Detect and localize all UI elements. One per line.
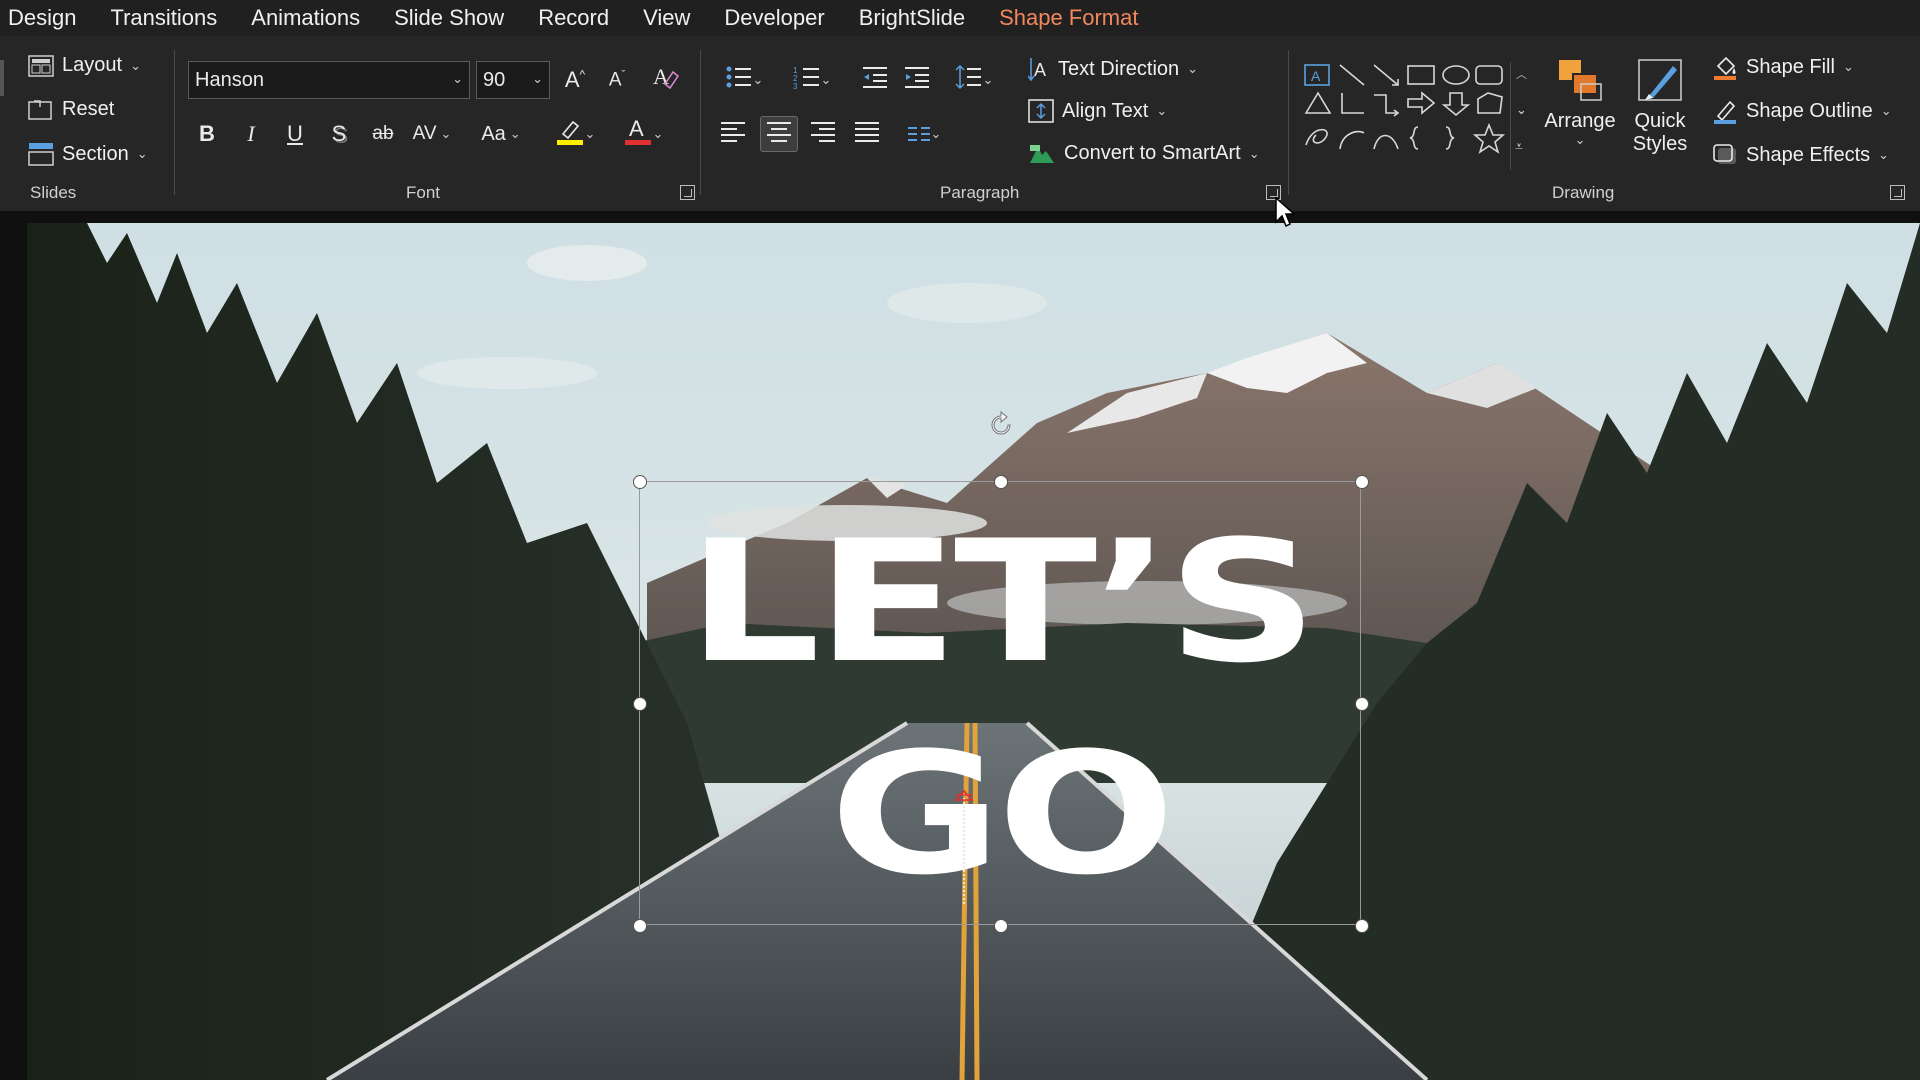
text-cursor (963, 794, 965, 904)
tab-brightslide[interactable]: BrightSlide (842, 0, 982, 36)
gallery-scrollbar[interactable]: ︿ ⌄ ⩡ (1510, 62, 1532, 170)
chevron-down-icon: ⌄ (1842, 59, 1854, 74)
paint-bucket-icon (1712, 54, 1738, 80)
shape-outline-button[interactable]: Shape Outline ⌄ (1712, 98, 1892, 124)
shape-fill-label: Shape Fill (1746, 55, 1835, 78)
mouse-pointer-icon (1274, 196, 1296, 228)
tab-animations[interactable]: Animations (234, 0, 377, 36)
tab-design[interactable]: Design (0, 0, 93, 36)
shapes-gallery[interactable]: A (1302, 61, 1532, 171)
rotate-handle-icon[interactable] (986, 410, 1016, 440)
chevron-down-icon: ⌄ (1880, 103, 1892, 118)
drawing-group: A ︿ ⌄ ⩡ Arrange ⌄ Quick Styles Shape Fil… (0, 36, 1920, 211)
text-insert-marker-icon (954, 788, 974, 801)
tab-slide-show[interactable]: Slide Show (377, 0, 521, 36)
tab-record[interactable]: Record (521, 0, 626, 36)
tab-shape-format[interactable]: Shape Format (982, 0, 1155, 36)
ribbon: Layout ⌄ Reset Section ⌄ Slides Hanson ⌄… (0, 36, 1920, 211)
quick-styles-icon (1635, 56, 1685, 110)
title-line-1: LET’S (686, 504, 1319, 700)
resize-handle[interactable] (633, 919, 647, 933)
shape-fill-button[interactable]: Shape Fill ⌄ (1712, 54, 1854, 80)
resize-handle[interactable] (994, 919, 1008, 933)
arrange-label: Arrange (1544, 110, 1616, 132)
resize-handle[interactable] (633, 697, 647, 711)
quick-styles-button[interactable]: Quick Styles (1622, 56, 1698, 156)
resize-handle[interactable] (1355, 475, 1369, 489)
resize-handle[interactable] (1355, 697, 1369, 711)
drawing-dialog-launcher-icon[interactable] (1890, 185, 1905, 200)
resize-handle[interactable] (994, 475, 1008, 489)
chevron-up-icon: ︿ (1516, 69, 1527, 81)
menu-bar: Design Transitions Animations Slide Show… (0, 0, 1920, 36)
tab-view[interactable]: View (626, 0, 707, 36)
shape-outline-label: Shape Outline (1746, 99, 1873, 122)
slide-canvas: LET’S GO (0, 211, 1920, 1080)
chevron-down-icon: ⌄ (1516, 102, 1527, 117)
title-line-2: GO (829, 716, 1176, 912)
tab-transitions[interactable]: Transitions (93, 0, 234, 36)
shape-effects-icon (1712, 142, 1738, 168)
resize-handle[interactable] (1355, 919, 1369, 933)
shape-effects-label: Shape Effects (1746, 143, 1871, 166)
shapes-gallery-icons: A (1304, 64, 1506, 154)
arrange-button[interactable]: Arrange ⌄ (1540, 56, 1620, 148)
tab-developer[interactable]: Developer (707, 0, 841, 36)
chevron-down-icon: ⌄ (1574, 132, 1586, 147)
svg-text:A: A (1311, 68, 1321, 84)
pen-icon (1712, 98, 1738, 124)
drawing-group-label: Drawing (1552, 183, 1615, 202)
arrange-icon (1555, 56, 1605, 110)
quick-styles-label: Quick Styles (1632, 110, 1688, 155)
slide[interactable]: LET’S GO (27, 223, 1920, 1080)
shape-effects-button[interactable]: Shape Effects ⌄ (1712, 142, 1889, 168)
chevron-down-icon: ⌄ (1878, 147, 1890, 162)
title-text-box[interactable]: LET’S GO (633, 410, 1369, 933)
resize-handle[interactable] (633, 475, 647, 489)
gallery-more-icon: ⩡ (1515, 138, 1523, 154)
